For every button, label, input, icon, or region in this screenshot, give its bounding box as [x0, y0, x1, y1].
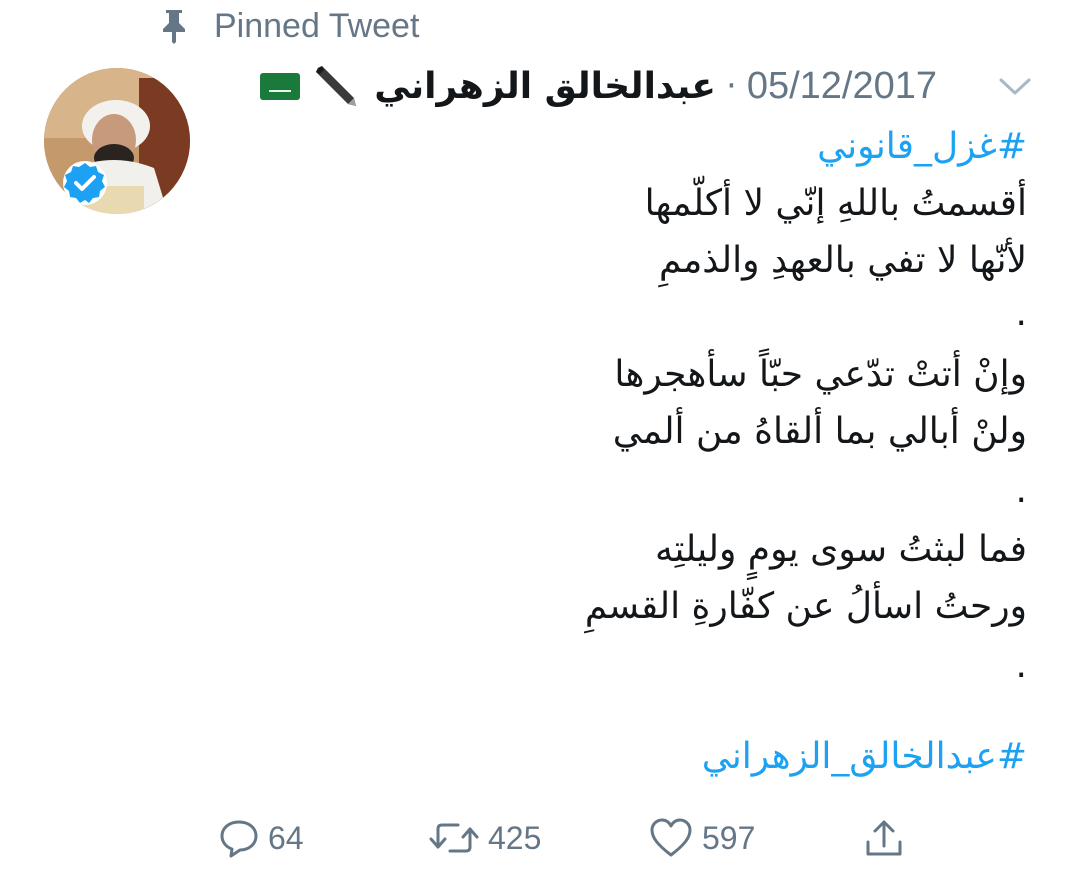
chevron-down-icon[interactable] — [997, 74, 1033, 98]
like-button[interactable]: 597 — [648, 808, 755, 868]
tweet-line: . — [1015, 293, 1027, 334]
pinned-tweet-indicator: Pinned Tweet — [160, 4, 419, 48]
tweet-line: لأنّها لا تفي بالعهدِ والذممِ — [659, 240, 1027, 281]
like-count: 597 — [702, 819, 756, 856]
tweet-header: عبدالخالق الزهراني · 05/12/2017 — [260, 56, 937, 116]
pinned-label: Pinned Tweet — [214, 6, 420, 45]
tweet-line: فما لبثتُ سوى يومٍ وليلتِه — [655, 529, 1027, 570]
tweet-line: أقسمتُ باللهِ إنّي لا أكلّمها — [644, 183, 1027, 224]
tweet-line: وإنْ أتتْ تدّعي حبّاً سأهجرها — [614, 354, 1027, 395]
author-name[interactable]: عبدالخالق الزهراني — [374, 66, 716, 107]
verified-badge-icon — [63, 161, 107, 205]
tweet-date[interactable]: 05/12/2017 — [747, 65, 937, 108]
hashtag-link[interactable]: #عبدالخالق_الزهراني — [267, 728, 1027, 785]
retweet-count: 425 — [488, 819, 542, 856]
tweet-line: . — [1015, 645, 1027, 686]
retweet-button[interactable]: 425 — [428, 808, 541, 868]
saudi-flag-icon — [260, 72, 301, 100]
tweet-footer-hashtag: #عبدالخالق_الزهراني — [267, 728, 1027, 785]
reply-button[interactable]: 64 — [218, 808, 304, 868]
tweet-line: ولنْ أبالي بما ألقاهُ من ألمي — [612, 411, 1027, 452]
heart-icon — [650, 818, 692, 857]
pin-icon — [163, 10, 185, 44]
tweet-actions: 64 425 597 — [0, 808, 1077, 868]
separator-dot: · — [726, 66, 737, 106]
hashtag-link[interactable]: #غزل_قانوني — [267, 118, 1027, 175]
share-icon — [866, 820, 902, 856]
share-button[interactable] — [862, 808, 906, 868]
retweet-icon — [429, 823, 479, 853]
tweet-line: ورحتُ اسألُ عن كفّارةِ القسمِ — [584, 586, 1027, 627]
tweet-body: #غزل_قانوني أقسمتُ باللهِ إنّي لا أكلّمه… — [267, 118, 1027, 694]
tweet-line: . — [1015, 470, 1027, 511]
pen-icon — [316, 66, 357, 106]
reply-count: 64 — [268, 819, 304, 856]
reply-icon — [220, 820, 258, 858]
